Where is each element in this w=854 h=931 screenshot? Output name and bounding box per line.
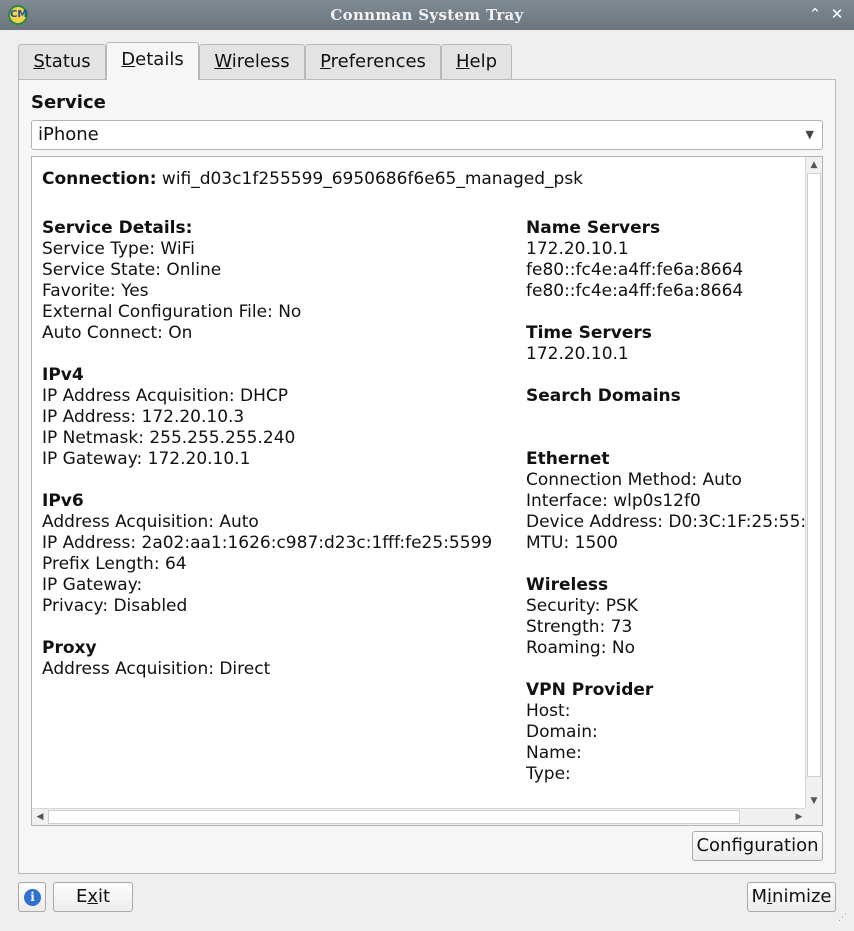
detail-line: Connection Method: Auto: [526, 470, 742, 490]
tab-status[interactable]: Status: [18, 44, 106, 79]
detail-line: 172.20.10.1: [526, 239, 629, 259]
section-heading: IPv4: [42, 365, 84, 385]
connection-label: Connection:: [42, 169, 157, 189]
scroll-up-icon[interactable]: ▲: [806, 157, 822, 173]
detail-line: fe80::fc4e:a4ff:fe6a:8664: [526, 281, 744, 301]
detail-line: Prefix Length: 64: [42, 554, 187, 574]
service-label: Service: [31, 92, 106, 113]
section-heading: VPN Provider: [526, 680, 654, 700]
detail-line: IP Address Acquisition: DHCP: [42, 386, 289, 406]
detail-line: Privacy: Disabled: [42, 596, 188, 616]
detail-line: Host:: [526, 701, 571, 721]
details-panel: Service iPhone ▼ Connection: wifi_d03c1f…: [18, 79, 836, 874]
detail-line: Type:: [526, 764, 571, 784]
section-heading: Service Details:: [42, 218, 193, 238]
details-content: Connection: wifi_d03c1f255599_6950686f6e…: [32, 157, 807, 809]
detail-line: Favorite: Yes: [42, 281, 149, 301]
about-button[interactable]: i: [18, 882, 46, 912]
horizontal-scrollbar[interactable]: ◀ ▶: [32, 808, 807, 825]
title-bar: CM Connman System Tray ⌃ ✕: [0, 0, 854, 30]
details-scroll-area[interactable]: Connection: wifi_d03c1f255599_6950686f6e…: [31, 156, 823, 826]
section-heading: Name Servers: [526, 218, 661, 238]
detail-line: IP Netmask: 255.255.255.240: [42, 428, 296, 448]
detail-line: Service Type: WiFi: [42, 239, 195, 259]
configuration-button[interactable]: Configuration: [692, 831, 823, 861]
detail-line: Name:: [526, 743, 582, 763]
detail-line: IP Address: 172.20.10.3: [42, 407, 245, 427]
minimize-button[interactable]: Minimize: [747, 882, 836, 912]
tab-help[interactable]: Help: [441, 44, 512, 79]
section-heading: Wireless: [526, 575, 609, 595]
scroll-left-icon[interactable]: ◀: [32, 809, 48, 825]
tab-details[interactable]: Details: [106, 42, 199, 80]
section-heading: Ethernet: [526, 449, 610, 469]
window-title: Connman System Tray: [330, 6, 524, 24]
detail-line: fe80::fc4e:a4ff:fe6a:8664: [526, 260, 744, 280]
tab-wireless[interactable]: Wireless: [199, 44, 305, 79]
detail-line: Interface: wlp0s12f0: [526, 491, 701, 511]
tab-preferences[interactable]: Preferences: [305, 44, 441, 79]
close-icon[interactable]: ✕: [828, 5, 846, 23]
service-selected-value: iPhone: [38, 124, 99, 145]
detail-line: Security: PSK: [526, 596, 638, 616]
connection-value: wifi_d03c1f255599_6950686f6e65_managed_p…: [161, 169, 584, 189]
horizontal-scroll-thumb[interactable]: [48, 810, 740, 824]
section-heading: Proxy: [42, 638, 97, 658]
section-heading: Time Servers: [526, 323, 652, 343]
chevron-down-icon: ▼: [805, 128, 814, 141]
detail-line: IP Address: 2a02:aa1:1626:c987:d23c:1fff…: [42, 533, 493, 553]
detail-line: External Configuration File: No: [42, 302, 302, 322]
connection-line: Connection: wifi_d03c1f255599_6950686f6e…: [42, 169, 583, 190]
detail-line: Device Address: D0:3C:1F:25:55:99: [526, 512, 807, 532]
detail-line: Strength: 73: [526, 617, 633, 637]
section-heading: Search Domains: [526, 386, 681, 406]
info-icon: i: [24, 889, 41, 906]
detail-line: Service State: Online: [42, 260, 222, 280]
detail-line: Roaming: No: [526, 638, 635, 658]
detail-line: IP Gateway: 172.20.10.1: [42, 449, 251, 469]
detail-line: Auto Connect: On: [42, 323, 193, 343]
detail-line: Address Acquisition: Direct: [42, 659, 271, 679]
service-select[interactable]: iPhone ▼: [31, 120, 823, 150]
detail-line: IP Gateway:: [42, 575, 143, 595]
detail-line: Address Acquisition: Auto: [42, 512, 259, 532]
detail-line: 172.20.10.1: [526, 344, 629, 364]
exit-button[interactable]: Exit: [53, 882, 133, 912]
section-heading: IPv6: [42, 491, 84, 511]
vertical-scrollbar[interactable]: ▲ ▼: [805, 157, 822, 809]
scroll-down-icon[interactable]: ▼: [806, 793, 822, 809]
shade-icon[interactable]: ⌃: [806, 5, 824, 23]
detail-line: MTU: 1500: [526, 533, 618, 553]
window-body: Status Details Wireless Preferences Help…: [0, 30, 854, 931]
detail-line: Domain:: [526, 722, 598, 742]
resize-grip-icon[interactable]: ⋰: [838, 913, 850, 925]
vertical-scroll-thumb[interactable]: [807, 173, 821, 777]
scroll-corner: [805, 808, 822, 825]
